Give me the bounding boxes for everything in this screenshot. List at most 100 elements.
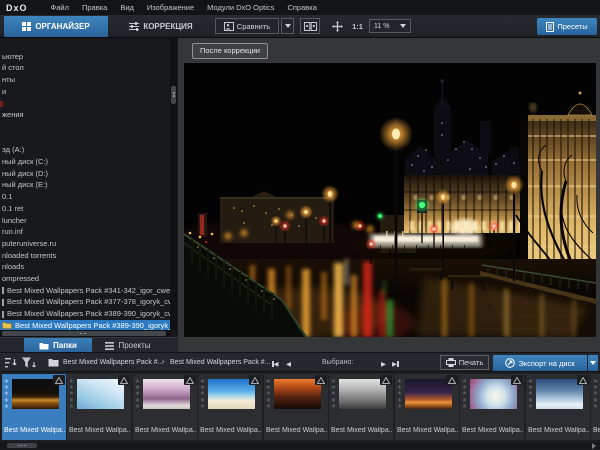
sort-icon[interactable] bbox=[5, 357, 18, 369]
first-image-button[interactable]: ◀ bbox=[272, 360, 279, 368]
folder-icon bbox=[39, 342, 49, 350]
menu-modules[interactable]: Модули DxO Optics bbox=[207, 3, 274, 12]
thumbnail-ice-snow[interactable]: ★★★★★ Best Mixed Wallpa... bbox=[67, 374, 131, 440]
tree-item[interactable]: 0.1 ret bbox=[0, 203, 170, 214]
menu-view[interactable]: Вид bbox=[120, 3, 134, 12]
menu-image[interactable]: Изображение bbox=[147, 3, 194, 12]
tree-item[interactable]: 0.1 bbox=[0, 191, 170, 202]
tree-item-computer[interactable]: ьютер bbox=[0, 51, 170, 62]
export-to-disk-button[interactable]: Экспорт на диск bbox=[493, 355, 587, 371]
tree-item-downloaded-torrents[interactable]: nloaded torrents bbox=[0, 250, 170, 261]
compare-dropdown[interactable] bbox=[281, 18, 294, 34]
tree-item-documents[interactable]: нты bbox=[0, 74, 170, 85]
split-view-button[interactable] bbox=[300, 18, 320, 34]
thumbnail-image[interactable] bbox=[143, 379, 190, 409]
tree-item-desktop[interactable]: й стол bbox=[0, 62, 170, 73]
star-rating[interactable]: ★★★★★ bbox=[330, 379, 337, 410]
thumbnail-mountain-sunset[interactable]: ★★★★★ Best Mixed Wallpa... bbox=[264, 374, 328, 440]
tab-correction[interactable]: КОРРЕКЦИЯ bbox=[112, 16, 210, 37]
thumbnail-image[interactable] bbox=[339, 379, 386, 409]
next-image-button[interactable]: ▶ bbox=[381, 360, 386, 368]
thumbnail-abstract-light[interactable]: ★★★★★ Best Mixed Wallpa... bbox=[460, 374, 524, 440]
filter-icon[interactable] bbox=[22, 357, 36, 369]
thumbnail-tropical-beach[interactable]: ★★★★★ Best Mixed Wallpa... bbox=[198, 374, 262, 440]
tree-item-wallpapers-377[interactable]: Best Mixed Wallpapers Pack #377-378_igor… bbox=[0, 296, 170, 307]
tree-item-downloads[interactable]: nloads bbox=[0, 261, 170, 272]
menu-edit[interactable]: Правка bbox=[82, 3, 107, 12]
folder-icon bbox=[2, 321, 12, 329]
tree-item[interactable]: run.inf bbox=[0, 226, 170, 237]
zoom-1to1-button[interactable]: 1:1 bbox=[349, 18, 366, 34]
tree-item[interactable]: puteruniverse.ru bbox=[0, 238, 170, 249]
star-rating[interactable]: ★★★★★ bbox=[3, 379, 10, 410]
thumbnail-image[interactable] bbox=[12, 379, 59, 409]
export-icon bbox=[505, 358, 515, 368]
filmstrip-scrollbar[interactable] bbox=[0, 442, 600, 449]
thumbnail-image[interactable] bbox=[405, 379, 452, 409]
star-rating[interactable]: ★★★★★ bbox=[68, 379, 75, 410]
star-rating[interactable]: ★★★★★ bbox=[199, 379, 206, 410]
star-rating[interactable]: ★★★★★ bbox=[461, 379, 468, 410]
zoom-level-select[interactable]: 11 % bbox=[369, 19, 411, 33]
tree-vertical-scrollbar[interactable] bbox=[170, 38, 177, 330]
compare-button[interactable]: Сравнить bbox=[215, 18, 279, 34]
tree-item[interactable] bbox=[0, 98, 170, 109]
tree-item-drive-e[interactable]: ный диск (E:) bbox=[0, 179, 170, 190]
menu-bar: DxO Файл Правка Вид Изображение Модули D… bbox=[0, 0, 600, 15]
thumbnail-night-city[interactable]: ★★★★★ Best Mixed Wallpa... bbox=[2, 374, 66, 440]
scroll-right-arrow[interactable] bbox=[592, 443, 596, 449]
thumbnail-image[interactable] bbox=[470, 379, 517, 409]
thumbnail-label: Best Mixed Wallpa... bbox=[528, 427, 589, 434]
thumbnail-palms-sunset[interactable]: ★★★★★ Best Mixed Wallpa... bbox=[395, 374, 459, 440]
thumbnail-label: Best Mixed Wallpa... bbox=[397, 427, 458, 434]
last-image-button[interactable]: ▶ bbox=[392, 360, 399, 368]
thumbnail-image[interactable] bbox=[77, 379, 124, 409]
scrollbar-handle[interactable] bbox=[171, 86, 176, 104]
dxo-optics-window: DxO Файл Правка Вид Изображение Модули D… bbox=[0, 0, 600, 450]
warning-icon bbox=[380, 375, 392, 385]
tree-item-pictures[interactable]: жения bbox=[0, 109, 170, 120]
previous-image-button[interactable]: ◀ bbox=[286, 360, 291, 368]
star-rating[interactable]: ★★★★★ bbox=[134, 379, 141, 410]
tab-projects[interactable]: Проекты bbox=[96, 338, 160, 353]
thumbnail-image[interactable] bbox=[536, 379, 583, 409]
menu-file[interactable]: Файл bbox=[51, 3, 69, 12]
scrollbar-handle[interactable] bbox=[7, 443, 37, 448]
presets-button[interactable]: Пресеты bbox=[537, 18, 597, 35]
breadcrumb-folder-a[interactable]: Best Mixed Wallpapers Pack #... bbox=[63, 359, 164, 366]
pan-tool-button[interactable] bbox=[328, 18, 346, 34]
star-rating[interactable]: ★★★★★ bbox=[265, 379, 272, 410]
tab-organizer[interactable]: ОРГАНАЙЗЕР bbox=[4, 16, 108, 37]
tree-item-drive-c[interactable]: ный диск (C:) bbox=[0, 156, 170, 167]
thumbnail-image[interactable] bbox=[274, 379, 321, 409]
thumbnail-bw-winter-park[interactable]: ★★★★★ Best Mixed Wallpa... bbox=[329, 374, 393, 440]
tree-item-drive-d[interactable]: ный диск (D:) bbox=[0, 168, 170, 179]
tab-folders[interactable]: Папки bbox=[24, 338, 92, 353]
breadcrumb-folder-b[interactable]: Best Mixed Wallpapers Pack #... bbox=[170, 359, 271, 366]
tree-item[interactable] bbox=[0, 133, 170, 144]
thumbnail-image[interactable] bbox=[208, 379, 255, 409]
tree-item-compressed[interactable]: ompressed bbox=[0, 273, 170, 284]
tree-item[interactable]: и bbox=[0, 86, 170, 97]
tree-item-drive-a[interactable]: эд (A:) bbox=[0, 144, 170, 155]
thumbnail-snowy-forest[interactable]: ★★★★★ Best Mixed Wallpa... bbox=[526, 374, 590, 440]
dxo-logo: DxO bbox=[6, 3, 28, 13]
folder-icon bbox=[48, 358, 59, 367]
print-button[interactable]: Печать bbox=[440, 355, 489, 370]
tree-item[interactable] bbox=[0, 39, 170, 50]
tree-item-wallpapers-341[interactable]: Best Mixed Wallpapers Pack #341-342_igor… bbox=[0, 285, 170, 296]
tree-item[interactable]: luncher bbox=[0, 215, 170, 226]
cut-icon bbox=[2, 311, 4, 318]
scrollbar-handle[interactable] bbox=[2, 331, 166, 336]
export-dropdown[interactable] bbox=[588, 355, 598, 371]
tree-item[interactable] bbox=[0, 121, 170, 132]
star-rating[interactable]: ★★★★★ bbox=[592, 379, 599, 410]
menu-help[interactable]: Справка bbox=[287, 3, 316, 12]
main-photo[interactable] bbox=[184, 63, 596, 337]
star-rating[interactable]: ★★★★★ bbox=[396, 379, 403, 410]
star-rating[interactable]: ★★★★★ bbox=[527, 379, 534, 410]
thumbnail-winter-castle[interactable]: ★★★★★ Best Mixed Wallpa... bbox=[133, 374, 197, 440]
tree-item-wallpapers-389[interactable]: Best Mixed Wallpapers Pack #389-390_igor… bbox=[0, 308, 170, 319]
thumbnail-partial[interactable]: ★★★★★ Best bbox=[591, 374, 600, 440]
tree-horizontal-scrollbar[interactable] bbox=[0, 330, 170, 337]
